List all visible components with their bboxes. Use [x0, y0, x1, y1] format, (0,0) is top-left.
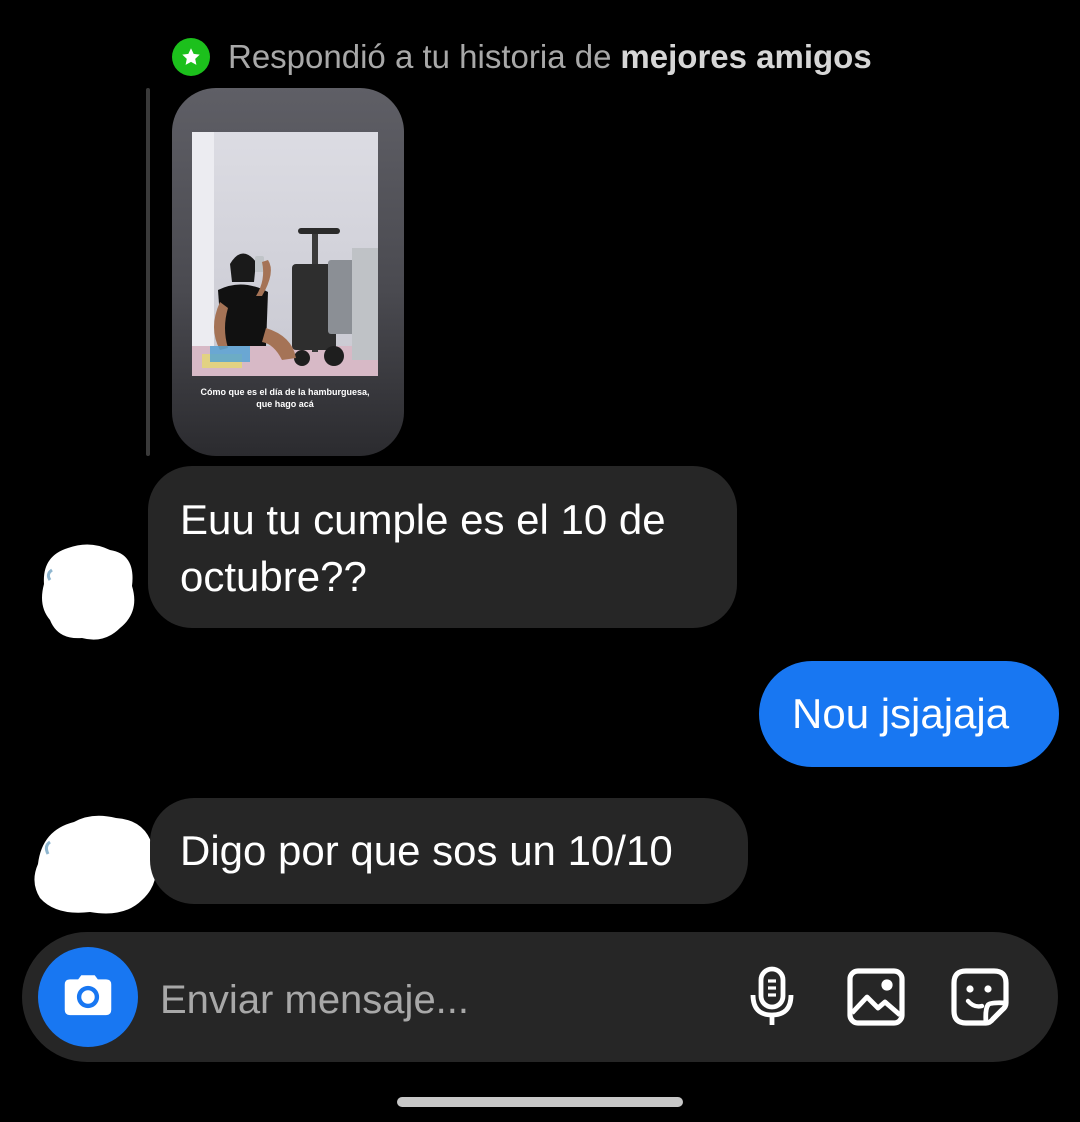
- sender-avatar[interactable]: [30, 812, 160, 918]
- home-indicator[interactable]: [397, 1097, 683, 1107]
- gallery-icon: [847, 968, 905, 1026]
- voice-message-button[interactable]: [740, 965, 804, 1029]
- reply-quote-line: [146, 88, 150, 456]
- sticker-icon: [951, 968, 1009, 1026]
- sticker-button[interactable]: [948, 965, 1012, 1029]
- message-bubble-outgoing[interactable]: Nou jsjajaja: [759, 661, 1059, 767]
- microphone-icon: [750, 966, 794, 1025]
- story-caption: Cómo que es el día de la hamburguesa, qu…: [200, 387, 370, 409]
- story-reply-header: Respondió a tu historia de mejores amigo…: [172, 36, 872, 78]
- reply-header-text: Respondió a tu historia de: [228, 38, 612, 75]
- star-icon: [172, 38, 210, 76]
- sender-avatar[interactable]: [38, 540, 138, 644]
- message-bubble-incoming[interactable]: Digo por que sos un 10/10: [150, 798, 748, 904]
- camera-icon: [64, 975, 112, 1016]
- close-friends-label: mejores amigos: [620, 38, 872, 75]
- story-thumbnail[interactable]: Cómo que es el día de la hamburguesa, qu…: [172, 88, 404, 456]
- story-photo: [192, 132, 378, 376]
- message-input[interactable]: [160, 970, 720, 1030]
- gallery-button[interactable]: [844, 965, 908, 1029]
- camera-button[interactable]: [38, 947, 138, 1047]
- message-bubble-incoming[interactable]: Euu tu cumple es el 10 de octubre??: [148, 466, 737, 628]
- message-composer: [22, 932, 1058, 1062]
